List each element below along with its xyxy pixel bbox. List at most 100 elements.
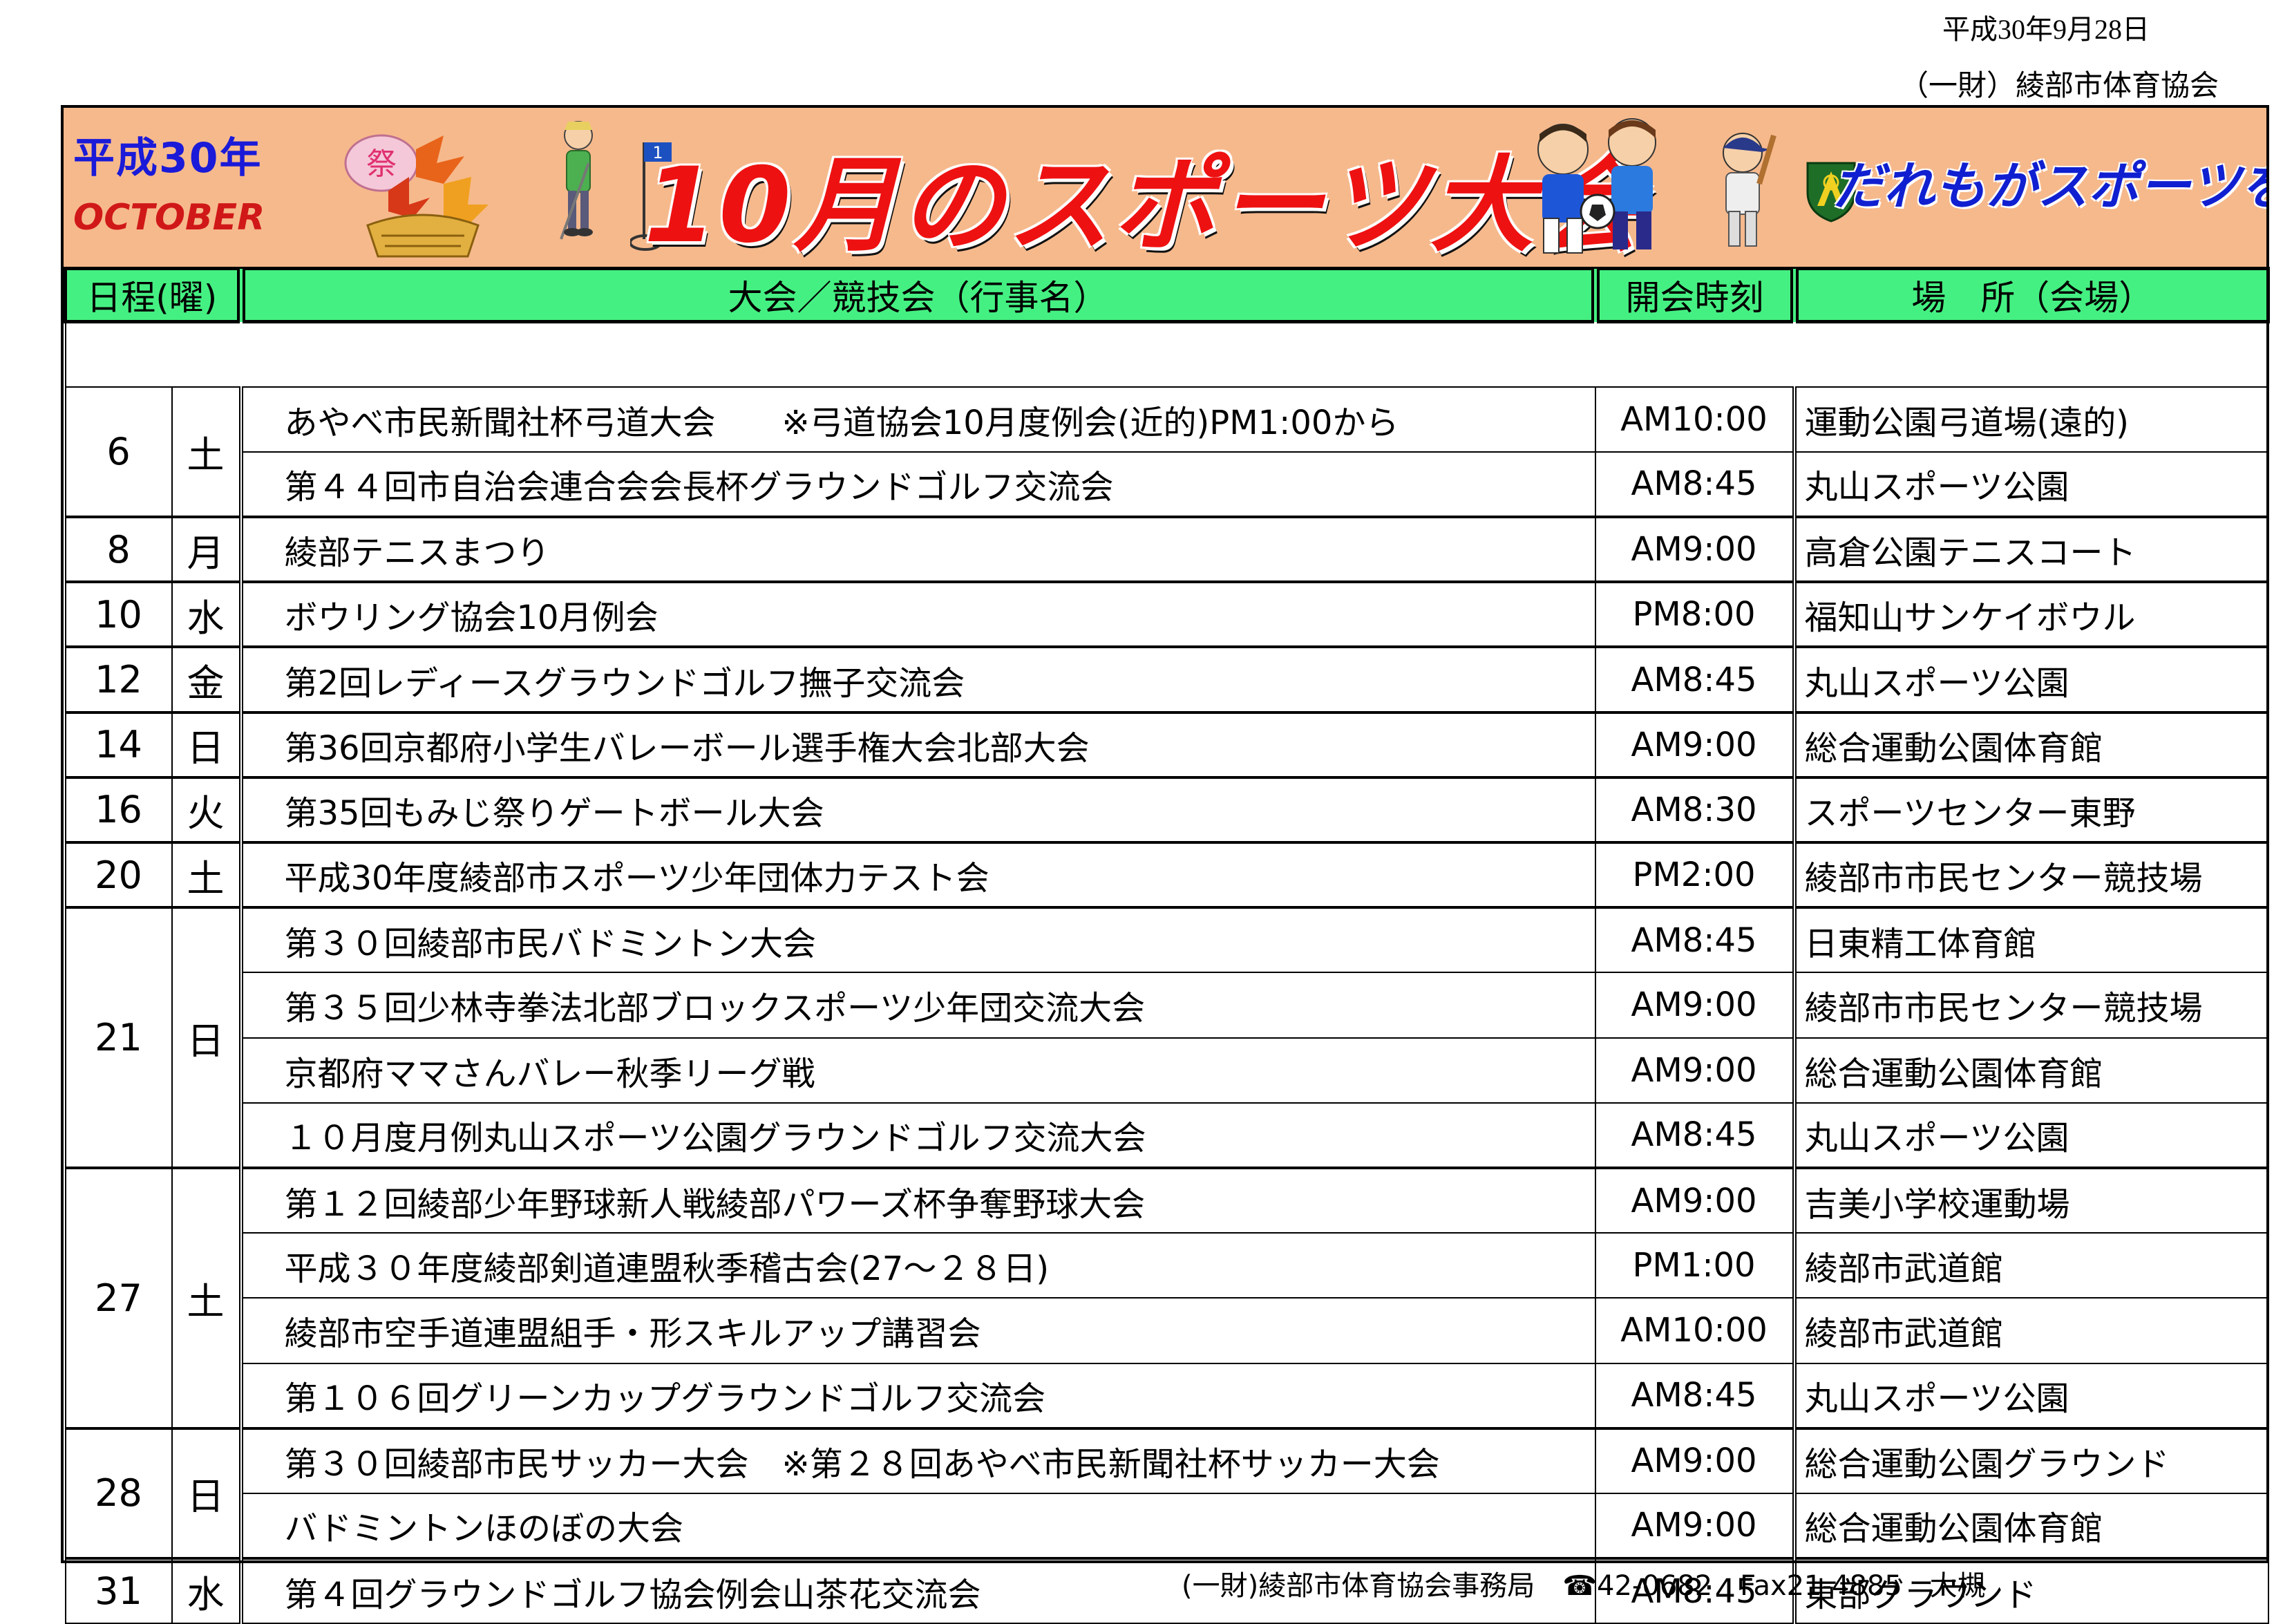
cell-event: ボウリング協会10月例会	[238, 580, 1596, 648]
cell-weekday: 水	[171, 1557, 242, 1624]
cell-weekday: 月	[171, 516, 242, 583]
festival-char: 祭	[366, 147, 397, 182]
cell-time: PM2:00	[1594, 840, 1795, 909]
cell-time: AM8:45	[1594, 451, 1795, 518]
banner-month-english: OCTOBER	[73, 197, 265, 238]
cell-venue: 運動公園弓道場(遠的)	[1792, 386, 2269, 453]
cell-event: 第３０回綾部市民サッカー大会 ※第２８回あやべ市民新聞社杯サッカー大会	[238, 1426, 1596, 1494]
banner-slogan: だれもがスポーツを！	[1832, 157, 2266, 216]
spacer-row	[64, 321, 2269, 387]
cell-weekday: 金	[171, 645, 242, 713]
cell-weekday: 土	[171, 840, 242, 909]
banner-year: 平成30年	[73, 134, 263, 182]
table-row: 28 日第３０回綾部市民サッカー大会 ※第２８回あやべ市民新聞社杯サッカー大会 AM…	[64, 1426, 2269, 1560]
cell-venue: 綾部市市民センター競技場	[1792, 840, 2269, 909]
table-row: １０月度月例丸山スポーツ公園グラウンドゴルフ交流大会 AM8:45 丸山スポーツ公園	[66, 1102, 2269, 1169]
cell-venue: 綾部市市民センター競技場	[1792, 972, 2269, 1039]
cell-venue: 総合運動公園体育館	[1792, 710, 2269, 778]
table-row: 10 水ボウリング協会10月例会 PM8:00 福知山サンケイボウル	[64, 580, 2269, 648]
cell-venue: 綾部市武道館	[1792, 1232, 2269, 1299]
cell-event: あやべ市民新聞社杯弓道大会 ※弓道協会10月度例会(近的)PM1:00から	[238, 386, 1596, 453]
publisher-name: （一財）綾部市体育協会	[1899, 68, 2219, 102]
cell-weekday: 土	[171, 1166, 242, 1429]
cell-date: 20	[64, 840, 173, 909]
table-row: 綾部市空手道連盟組手・形スキルアップ講習会 AM10:00 綾部市武道館	[66, 1297, 2269, 1364]
cell-venue: 吉美小学校運動場	[1792, 1166, 2269, 1234]
cell-event: 第１０６回グリーンカップグラウンドゴルフ交流会	[238, 1362, 1596, 1429]
cell-time: AM10:00	[1594, 386, 1795, 453]
cell-event: 第36回京都府小学生バレーボール選手権大会北部大会	[238, 710, 1596, 778]
cell-date: 12	[64, 645, 173, 713]
cell-time: AM9:00	[1594, 710, 1795, 778]
cell-time: AM9:00	[1594, 1492, 1795, 1560]
cell-date: 8	[64, 516, 173, 583]
table-row: 14 日第36回京都府小学生バレーボール選手権大会北部大会 AM9:00 総合運動公園…	[64, 710, 2269, 778]
cell-weekday: 水	[171, 580, 242, 648]
cell-event: 第35回もみじ祭りゲートボール大会	[238, 775, 1596, 844]
cell-event: 第１２回綾部少年野球新人戦綾部パワーズ杯争奪野球大会	[238, 1166, 1596, 1234]
table-row: 27 土第１２回綾部少年野球新人戦綾部パワーズ杯争奪野球大会 AM9:00 吉美小学校…	[64, 1166, 2269, 1429]
cell-time: PM1:00	[1594, 1232, 1795, 1299]
golfer-icon	[560, 121, 593, 240]
table-row: 平成３０年度綾部剣道連盟秋季稽古会(27～２８日) PM1:00 綾部市武道館	[66, 1232, 2269, 1299]
schedule-table: 日程(曜) 大会／競技会（行事名） 開会時刻 場 所（会場） 6 土あやべ市民新聞…	[63, 267, 2271, 1624]
cell-event: バドミントンほのぼの大会	[238, 1492, 1596, 1560]
table-row: 20 土平成30年度綾部市スポーツ少年団体力テスト会 PM2:00 綾部市市民センター…	[64, 840, 2269, 909]
cell-time: AM8:45	[1594, 1362, 1795, 1429]
cell-date: 6	[64, 386, 173, 518]
table-row: 第４４回市自治会連合会会長杯グラウンドゴルフ交流会 AM8:45 丸山スポーツ公園	[66, 451, 2269, 518]
cell-time: AM8:45	[1594, 906, 1795, 974]
cell-time: AM9:00	[1594, 516, 1795, 583]
header-time: 開会時刻	[1591, 267, 1797, 323]
table-row: 21 日第３０回綾部市民バドミントン大会 AM8:45 日東精工体育館	[64, 906, 2269, 1169]
cell-time: AM9:00	[1594, 1166, 1795, 1234]
header-venue: 場 所（会場）	[1790, 267, 2271, 323]
cell-venue: 総合運動公園体育館	[1792, 1037, 2269, 1104]
header-date: 日程(曜)	[63, 267, 243, 323]
cell-venue: 総合運動公園グラウンド	[1792, 1426, 2269, 1494]
cell-venue: 丸山スポーツ公園	[1792, 451, 2269, 518]
table-row: 6 土あやべ市民新聞社杯弓道大会 ※弓道協会10月度例会(近的)PM1:00から A…	[64, 386, 2269, 518]
header-event: 大会／競技会（行事名）	[236, 267, 1598, 323]
banner: 平成30年 OCTOBER 祭 1 10月のスポーツ大会 だれもがスポーツ	[64, 108, 2266, 269]
cell-venue: スポーツセンター東野	[1792, 775, 2269, 844]
header-row: 日程(曜) 大会／競技会（行事名） 開会時刻 場 所（会場）	[63, 267, 2271, 323]
cell-time: AM9:00	[1594, 1426, 1795, 1494]
cell-event: 平成３０年度綾部剣道連盟秋季稽古会(27～２８日)	[238, 1232, 1596, 1299]
cell-venue: 日東精工体育館	[1792, 906, 2269, 974]
cell-venue: 丸山スポーツ公園	[1792, 645, 2269, 713]
cell-date: 28	[64, 1426, 173, 1560]
cell-date: 21	[64, 906, 173, 1169]
cell-weekday: 日	[171, 906, 242, 1169]
cell-venue: 福知山サンケイボウル	[1792, 580, 2269, 648]
maple-leaf-icon	[416, 135, 464, 184]
cell-date: 16	[64, 775, 173, 844]
cell-time: AM9:00	[1594, 1037, 1795, 1104]
cell-venue: 高倉公園テニスコート	[1792, 516, 2269, 583]
cell-weekday: 火	[171, 775, 242, 844]
cell-event: 京都府ママさんバレー秋季リーグ戦	[238, 1037, 1596, 1104]
cell-time: AM8:45	[1594, 1102, 1795, 1169]
autumn-basket-illustration: 祭	[344, 134, 489, 258]
cell-venue: 丸山スポーツ公園	[1792, 1102, 2269, 1169]
cell-date: 10	[64, 580, 173, 648]
table-row: 第１０６回グリーンカップグラウンドゴルフ交流会 AM8:45 丸山スポーツ公園	[66, 1362, 2269, 1429]
table-row: 第３５回少林寺拳法北部ブロックスポーツ少年団交流大会 AM9:00 綾部市市民センタ…	[66, 972, 2269, 1039]
schedule-body: 6 土あやべ市民新聞社杯弓道大会 ※弓道協会10月度例会(近的)PM1:00から A…	[64, 321, 2269, 1624]
soccer-players-illustration	[1537, 118, 1656, 254]
cell-venue: 丸山スポーツ公園	[1792, 1362, 2269, 1429]
banner-year-box: 平成30年 OCTOBER	[73, 124, 265, 238]
cell-event: 綾部テニスまつり	[238, 516, 1596, 583]
cell-time: AM10:00	[1594, 1297, 1795, 1364]
banner-title: 10月のスポーツ大会	[644, 146, 1643, 266]
cell-event: 第2回レディースグラウンドゴルフ撫子交流会	[238, 645, 1596, 713]
table-row: 16 火第35回もみじ祭りゲートボール大会 AM8:30 スポーツセンター東野	[64, 775, 2269, 844]
cell-date: 27	[64, 1166, 173, 1429]
cell-time: AM8:30	[1594, 775, 1795, 844]
table-row: 8 月綾部テニスまつり AM9:00 高倉公園テニスコート	[64, 516, 2269, 583]
cell-event: １０月度月例丸山スポーツ公園グラウンドゴルフ交流大会	[238, 1102, 1596, 1169]
cell-venue: 総合運動公園体育館	[1792, 1492, 2269, 1560]
cell-time: PM8:00	[1594, 580, 1795, 648]
cell-date: 14	[64, 710, 173, 778]
table-row: バドミントンほのぼの大会 AM9:00 総合運動公園体育館	[66, 1492, 2269, 1560]
